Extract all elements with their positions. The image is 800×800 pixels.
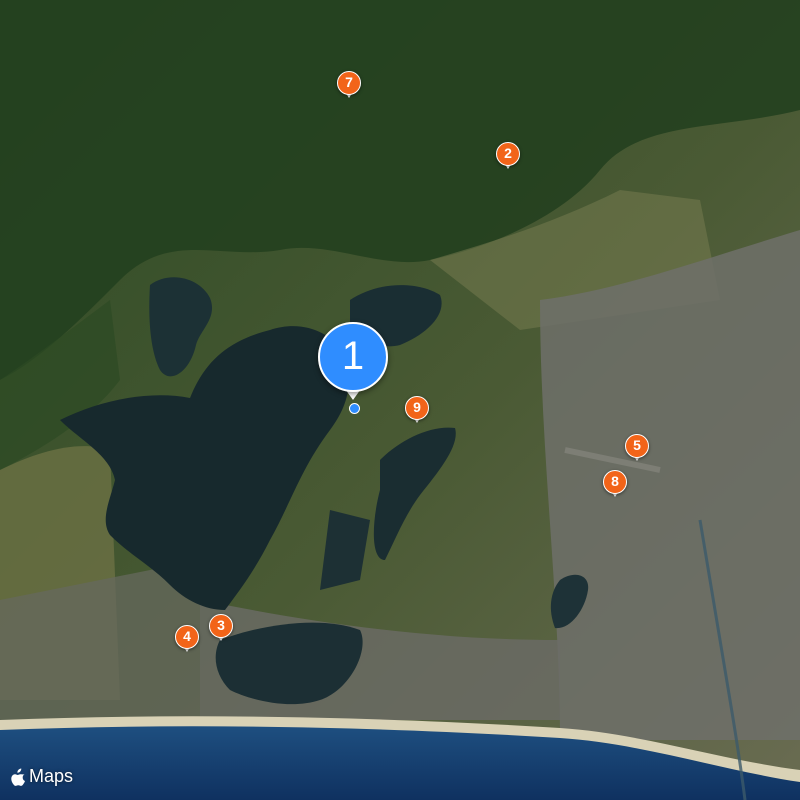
- urban-east: [540, 230, 800, 740]
- marker-5-label: 5: [625, 434, 649, 458]
- marker-1-label: 1: [318, 322, 388, 392]
- marker-3-label: 3: [209, 614, 233, 638]
- apple-logo-icon: [11, 768, 25, 786]
- marker-7-label: 7: [337, 71, 361, 95]
- location-dot: [349, 403, 360, 414]
- satellite-map[interactable]: 7 2 9 5 8 3 4 1 Maps: [0, 0, 800, 800]
- map-marker-9[interactable]: 9: [405, 396, 429, 426]
- marker-4-label: 4: [175, 625, 199, 649]
- map-marker-5[interactable]: 5: [625, 434, 649, 464]
- maps-attribution[interactable]: Maps: [10, 766, 73, 787]
- marker-9-label: 9: [405, 396, 429, 420]
- map-marker-1-selected[interactable]: 1: [318, 322, 390, 414]
- satellite-imagery: [0, 0, 800, 800]
- map-marker-7[interactable]: 7: [337, 71, 361, 101]
- maps-brand-text: Maps: [29, 766, 74, 786]
- map-marker-2[interactable]: 2: [496, 142, 520, 172]
- map-marker-3[interactable]: 3: [209, 614, 233, 644]
- map-marker-8[interactable]: 8: [603, 470, 627, 500]
- marker-2-label: 2: [496, 142, 520, 166]
- map-marker-4[interactable]: 4: [175, 625, 199, 655]
- marker-8-label: 8: [603, 470, 627, 494]
